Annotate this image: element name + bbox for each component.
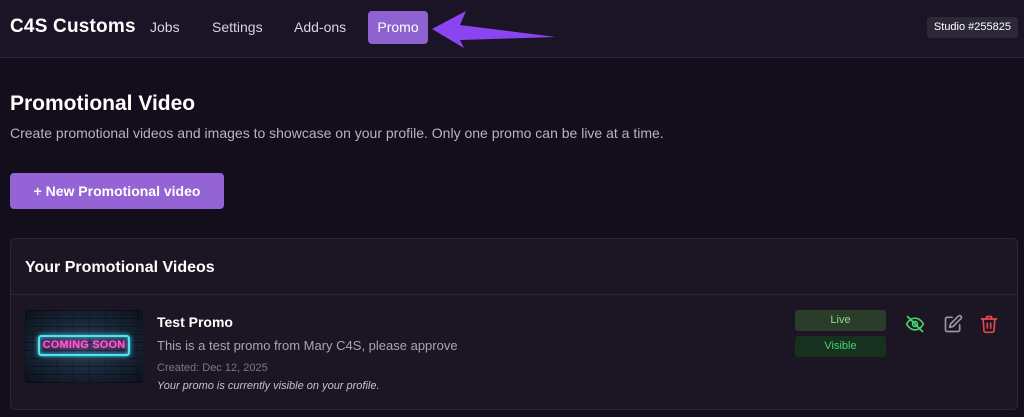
- status-badge-visible: Visible: [795, 336, 886, 357]
- trash-icon[interactable]: [979, 314, 999, 334]
- pointer-arrow-icon: [432, 11, 556, 48]
- new-promotional-video-button[interactable]: + New Promotional video: [10, 173, 224, 209]
- studio-badge: Studio #255825: [926, 17, 1018, 38]
- eye-off-icon[interactable]: [905, 314, 925, 334]
- neon-sign: COMING SOON: [38, 335, 130, 356]
- panel-header: Your Promotional Videos: [11, 239, 1017, 295]
- promo-title: Test Promo: [157, 314, 233, 330]
- nav-promo[interactable]: Promo: [368, 11, 428, 44]
- page-title: Promotional Video: [10, 92, 196, 115]
- edit-icon[interactable]: [943, 314, 963, 334]
- thumbnail-text: COMING SOON: [42, 339, 126, 351]
- nav-addons[interactable]: Add-ons: [294, 11, 346, 44]
- nav-jobs[interactable]: Jobs: [150, 11, 180, 44]
- promotional-videos-panel: Your Promotional Videos COMING SOON Test…: [10, 238, 1018, 410]
- nav-settings[interactable]: Settings: [212, 11, 263, 44]
- page-description: Create promotional videos and images to …: [10, 125, 664, 141]
- brand-logo[interactable]: C4S Customs: [10, 16, 136, 38]
- status-badge-live: Live: [795, 310, 886, 331]
- panel-title: Your Promotional Videos: [25, 259, 215, 276]
- promo-visibility-note: Your promo is currently visible on your …: [157, 380, 380, 392]
- promo-created-date: Created: Dec 12, 2025: [157, 362, 268, 374]
- promo-description: This is a test promo from Mary C4S, plea…: [157, 338, 458, 353]
- promo-thumbnail[interactable]: COMING SOON: [25, 310, 143, 383]
- top-navbar: C4S Customs Jobs Settings Add-ons Promo …: [0, 0, 1024, 58]
